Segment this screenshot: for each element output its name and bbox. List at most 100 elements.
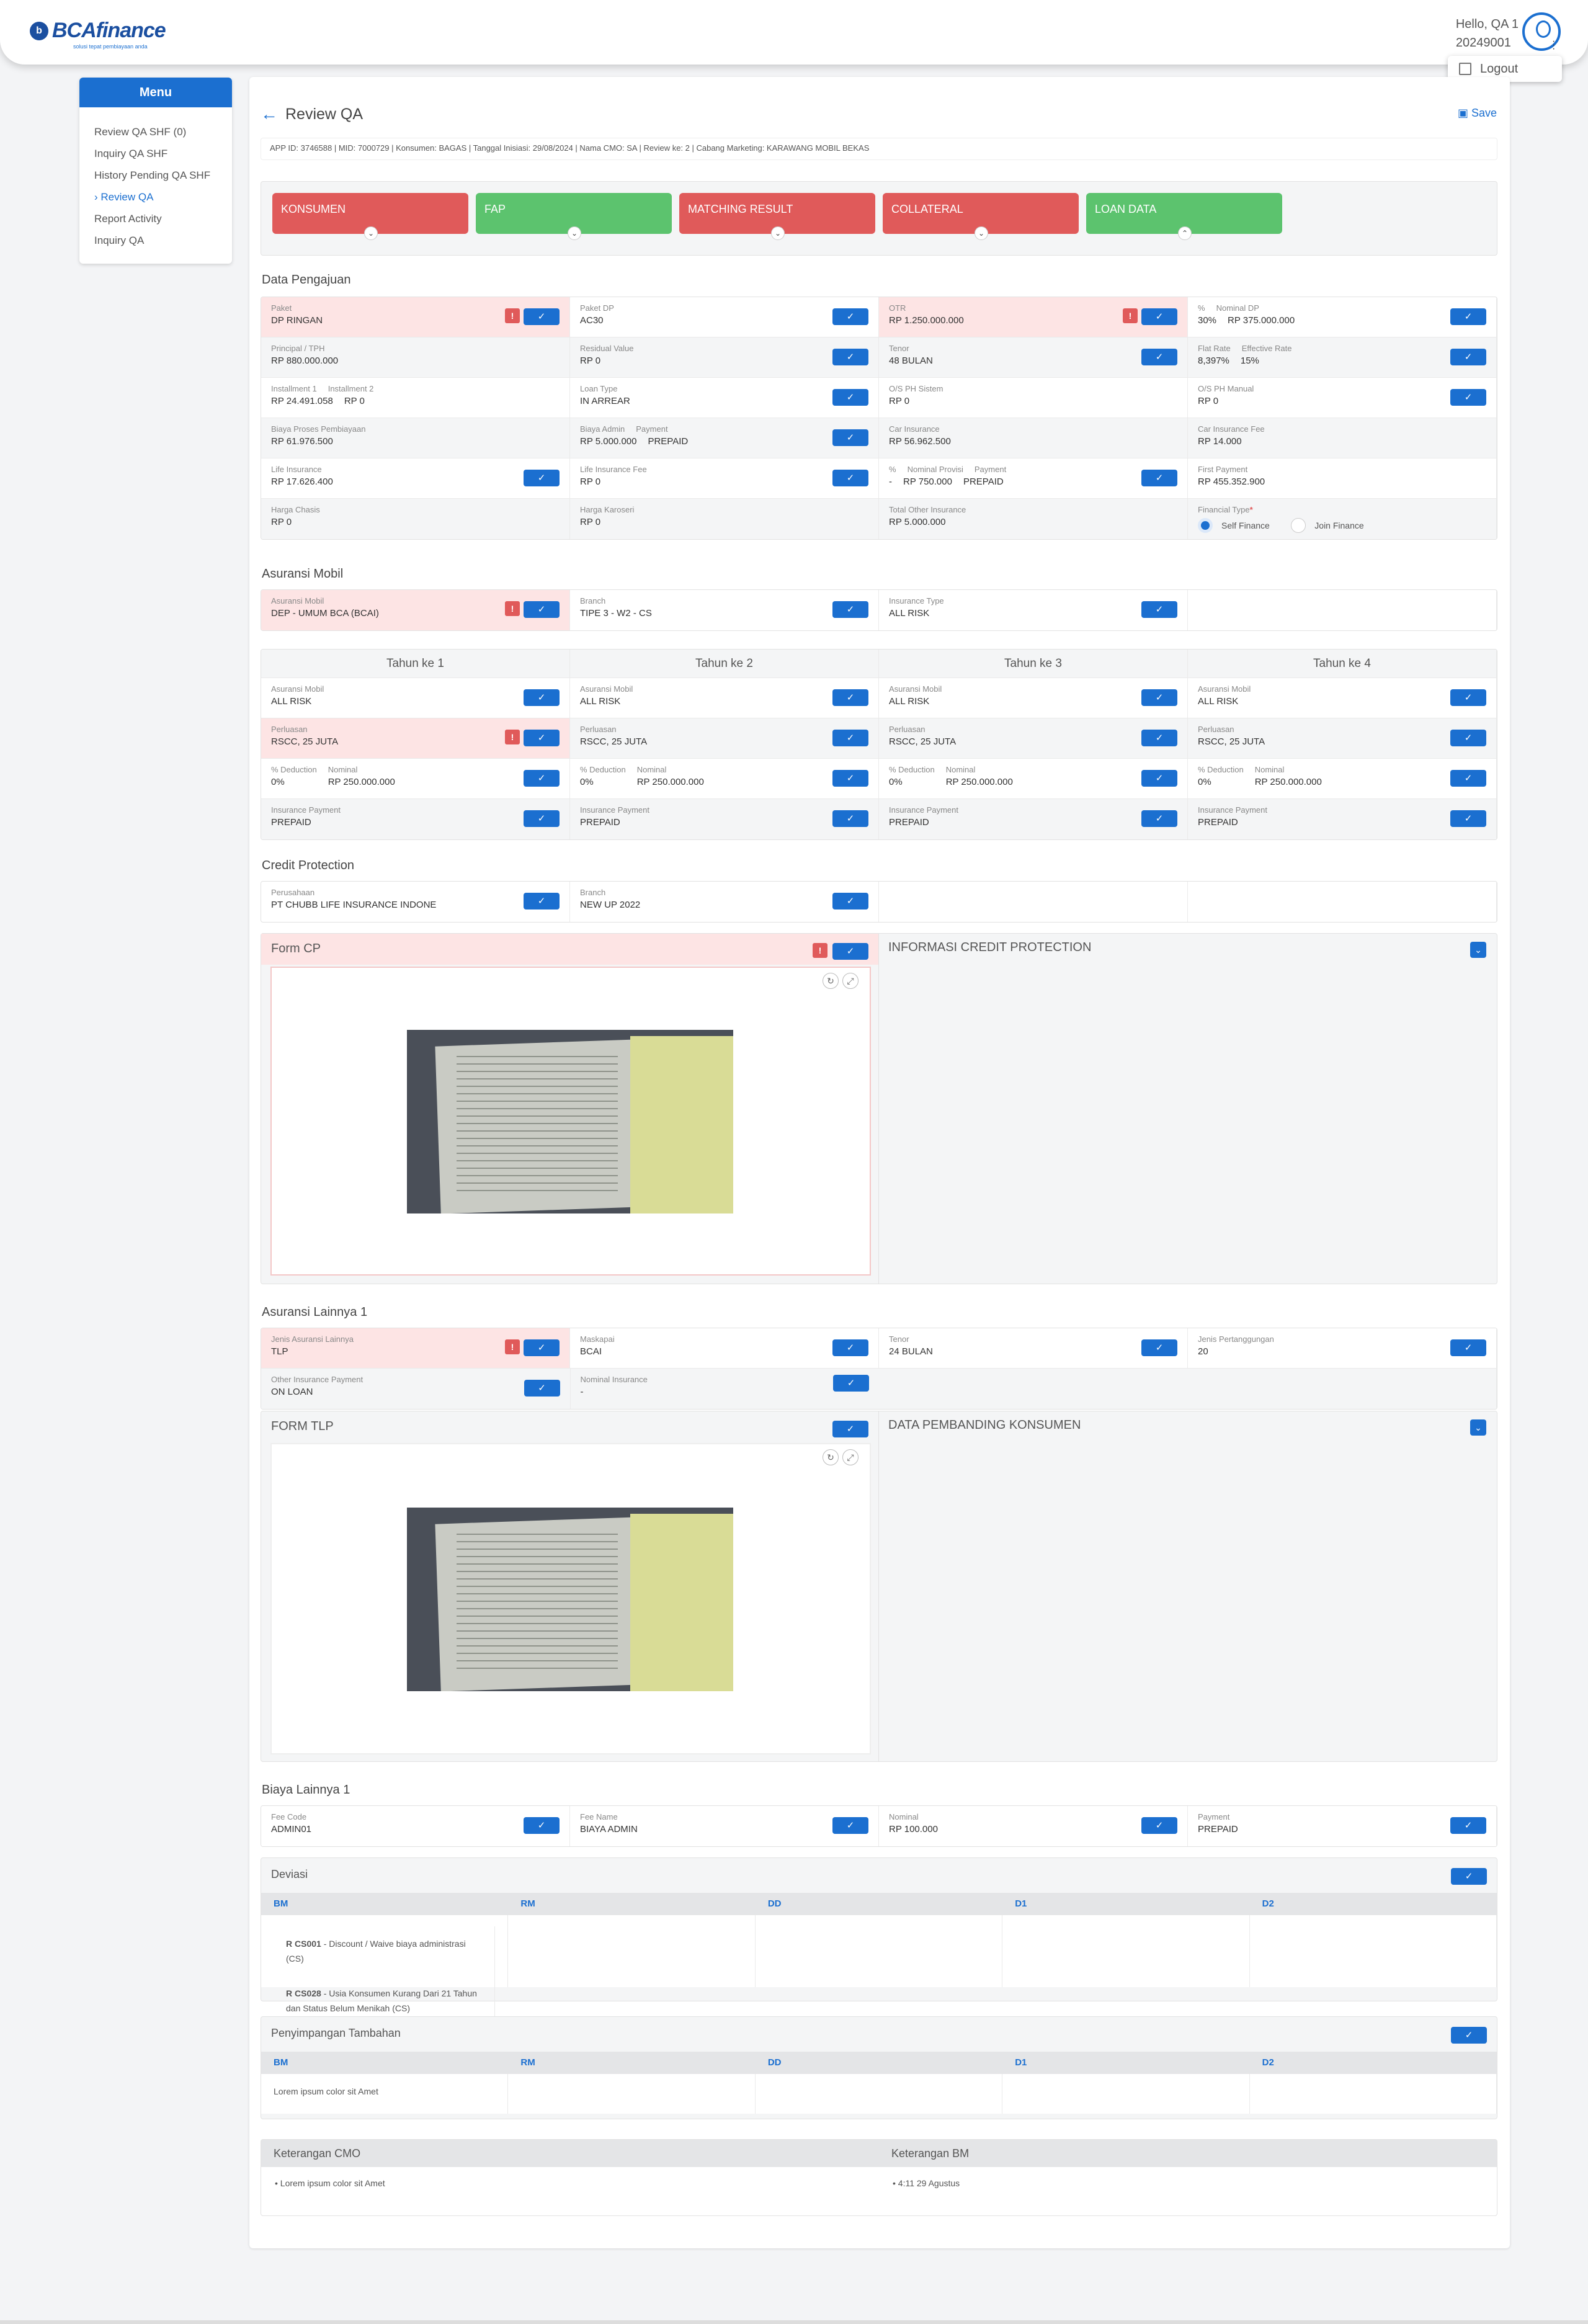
radio-self-finance[interactable]: Self Finance [1198,518,1270,533]
check-button[interactable]: ✓ [832,429,868,446]
tab-collateral[interactable]: COLLATERAL ⌄ [883,193,1079,240]
menu-item-history-pending[interactable]: History Pending QA SHF [94,164,232,186]
deviasi-rm-cell [508,1915,756,1987]
tab-matching-result[interactable]: MATCHING RESULT ⌄ [679,193,875,240]
check-button[interactable]: ✓ [1450,730,1486,746]
sidebar-menu: Menu Review QA SHF (0) Inquiry QA SHF Hi… [79,78,232,264]
form-tlp-image[interactable] [407,1508,733,1691]
rotate-icon[interactable]: ↻ [823,973,839,989]
warning-icon[interactable]: ! [1123,308,1138,323]
field-installment: Installment 1 Installment 2 RP 24.491.058 R… [261,378,570,418]
check-button[interactable]: ✓ [1451,1868,1487,1885]
check-button[interactable]: ✓ [524,308,560,325]
check-button[interactable]: ✓ [832,689,868,706]
check-button[interactable]: ✓ [524,1817,560,1834]
menu-item-inquiry-qa[interactable]: Inquiry QA [94,230,232,251]
check-button[interactable]: ✓ [832,389,868,406]
field-payment-tahun-1: Insurance Payment PREPAID ✓ [261,799,570,839]
tab-loan-data[interactable]: LOAN DATA ⌃ [1086,193,1282,240]
field-financial-type: Financial Type* Self Finance Join Financ… [1188,499,1497,539]
check-button[interactable]: ✓ [1141,730,1177,746]
form-cp-title: Form CP [271,942,321,955]
check-button[interactable]: ✓ [832,1339,868,1356]
bcafinance-logo[interactable]: b BCAfinance solusi tepat pembiayaan and… [30,19,166,50]
check-button[interactable]: ✓ [832,770,868,787]
check-button[interactable]: ✓ [1450,770,1486,787]
deviasi-dd-cell [756,1915,1003,1987]
expand-icon[interactable]: ⤢ [842,1449,859,1465]
menu-item-review-qa[interactable]: › Review QA [94,186,232,208]
check-button[interactable]: ✓ [1141,470,1177,486]
check-button[interactable]: ✓ [524,1380,560,1397]
check-button[interactable]: ✓ [1141,349,1177,365]
data-pembanding-title: DATA PEMBANDING KONSUMEN [888,1418,1081,1432]
check-button[interactable]: ✓ [524,730,560,746]
check-button[interactable]: ✓ [1450,349,1486,365]
check-button[interactable]: ✓ [1141,810,1177,827]
check-button[interactable]: ✓ [1141,770,1177,787]
check-button[interactable]: ✓ [832,601,868,618]
check-button[interactable]: ✓ [1450,389,1486,406]
check-button[interactable]: ✓ [832,943,868,960]
check-button[interactable]: ✓ [833,1375,869,1392]
back-arrow-icon[interactable]: ← [261,104,278,124]
check-button[interactable]: ✓ [832,349,868,365]
check-button[interactable]: ✓ [832,810,868,827]
empty-cell [1188,882,1497,922]
tab-konsumen[interactable]: KONSUMEN ⌄ [272,193,468,240]
radio-join-finance[interactable]: Join Finance [1291,518,1364,533]
kebab-menu-icon[interactable]: · · · [1552,37,1557,54]
check-button[interactable]: ✓ [832,1817,868,1834]
check-button[interactable]: ✓ [832,308,868,325]
check-button[interactable]: ✓ [1141,601,1177,618]
field-perluasan-tahun-4: Perluasan RSCC, 25 JUTA ✓ [1188,718,1497,758]
check-button[interactable]: ✓ [1141,1339,1177,1356]
warning-icon[interactable]: ! [813,943,827,958]
field-os-ph-manual: O/S PH Manual RP 0 ✓ [1188,378,1497,418]
check-button[interactable]: ✓ [524,810,560,827]
keterangan-cmo-value: • Lorem ipsum color sit Amet [275,2178,385,2188]
check-button[interactable]: ✓ [1451,2027,1487,2044]
field-deduction-tahun-1: % Deduction Nominal 0% RP 250.000.000 ✓ [261,759,570,798]
check-button[interactable]: ✓ [1450,1339,1486,1356]
check-button[interactable]: ✓ [524,689,560,706]
field-other-insurance-payment: Other Insurance Payment ON LOAN ✓ [261,1369,571,1409]
rotate-icon[interactable]: ↻ [823,1449,839,1465]
check-button[interactable]: ✓ [524,470,560,486]
menu-item-inquiry-qa-shf[interactable]: Inquiry QA SHF [94,143,232,164]
warning-icon[interactable]: ! [505,1339,520,1354]
check-button[interactable]: ✓ [1141,1817,1177,1834]
form-cp-image[interactable] [407,1030,733,1213]
field-asuransi-tahun-2: Asuransi Mobil ALL RISK ✓ [570,678,879,718]
save-button[interactable]: ▣ Save [1458,107,1497,120]
check-button[interactable]: ✓ [1450,308,1486,325]
warning-icon[interactable]: ! [505,601,520,616]
check-button[interactable]: ✓ [524,893,560,909]
check-button[interactable]: ✓ [832,470,868,486]
check-button[interactable]: ✓ [524,601,560,618]
check-button[interactable]: ✓ [1141,308,1177,325]
check-button[interactable]: ✓ [832,893,868,909]
menu-item-report-activity[interactable]: Report Activity [94,208,232,230]
check-button[interactable]: ✓ [832,730,868,746]
field-jenis-pertanggungan: Jenis Pertanggungan 20 ✓ [1188,1328,1497,1368]
check-button[interactable]: ✓ [1141,689,1177,706]
check-button[interactable]: ✓ [1450,1817,1486,1834]
check-button[interactable]: ✓ [524,770,560,787]
menu-item-review-qa-shf[interactable]: Review QA SHF (0) [94,121,232,143]
field-biaya-admin: Biaya Admin Payment RP 5.000.000 PREPAID ✓ [570,418,879,458]
check-button[interactable]: ✓ [524,1339,560,1356]
header-tahun-2: Tahun ke 2 [570,650,879,677]
warning-icon[interactable]: ! [505,730,520,744]
warning-icon[interactable]: ! [505,308,520,323]
chevron-down-icon[interactable]: ⌄ [1470,1419,1486,1436]
field-dp: % Nominal DP 30% RP 375.000.000 ✓ [1188,297,1497,337]
check-button[interactable]: ✓ [1450,810,1486,827]
chevron-down-icon[interactable]: ⌄ [1470,942,1486,958]
expand-icon[interactable]: ⤢ [842,973,859,989]
check-button[interactable]: ✓ [832,1421,868,1437]
tab-fap[interactable]: FAP ⌄ [476,193,672,240]
check-button[interactable]: ✓ [1450,689,1486,706]
col-bm: BM [274,2057,288,2068]
penyimpangan-title: Penyimpangan Tambahan [271,2027,401,2039]
